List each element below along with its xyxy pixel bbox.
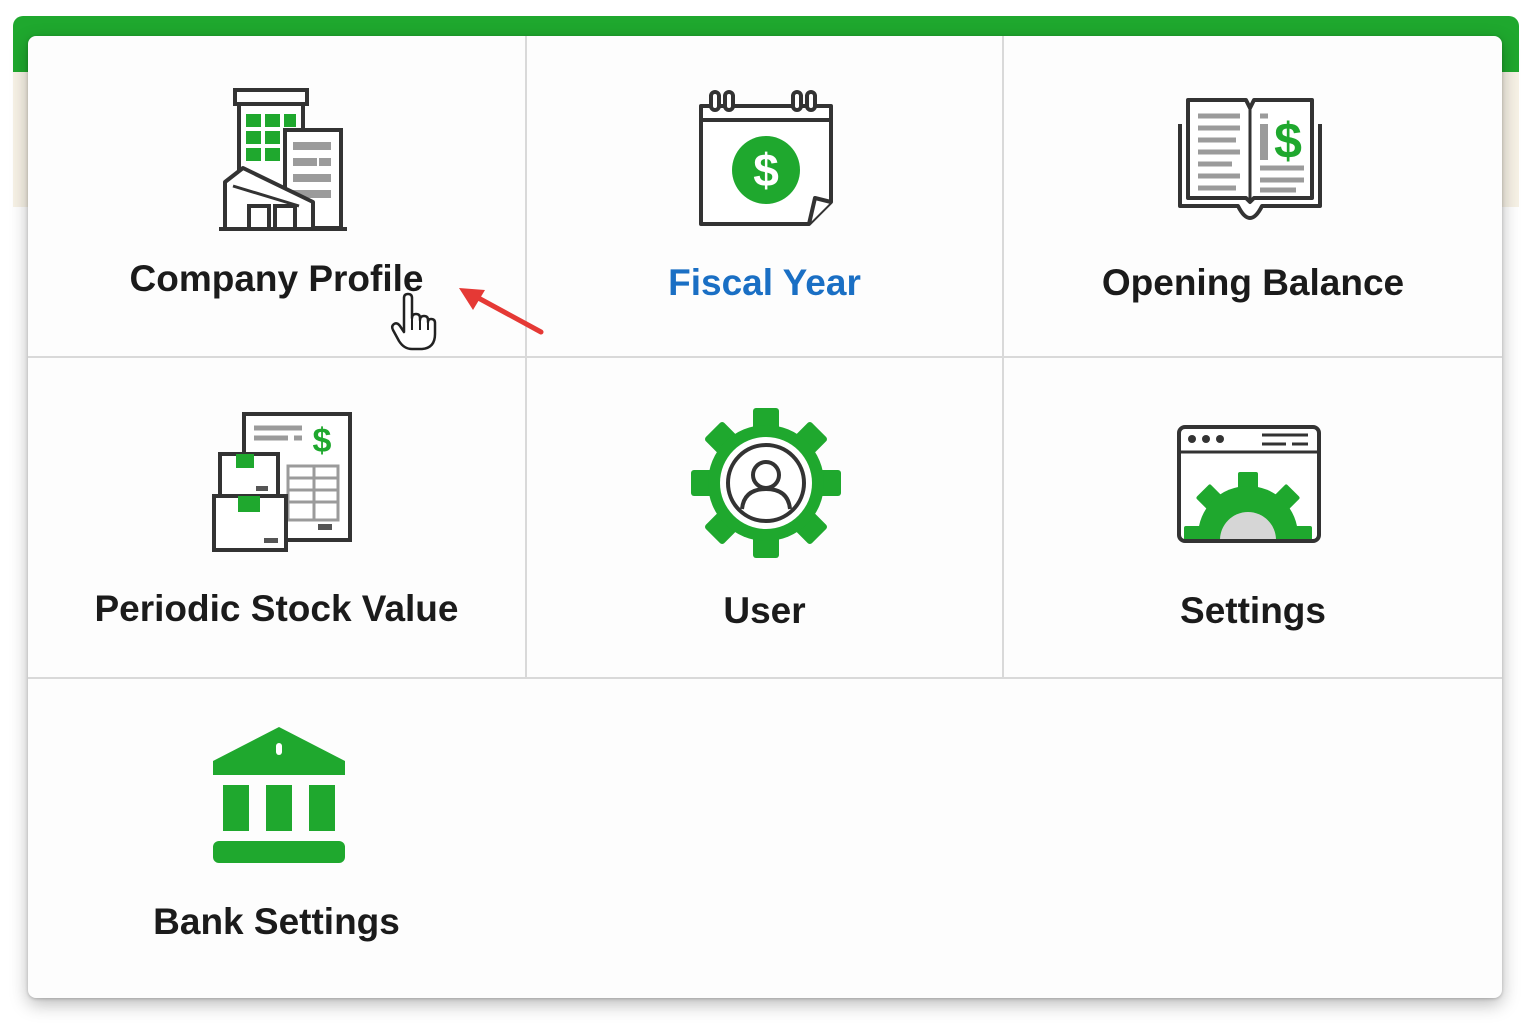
periodic-stock-value-label: Periodic Stock Value (94, 588, 459, 629)
svg-text:$: $ (313, 422, 332, 460)
bank-icon (213, 727, 345, 863)
window-gear-icon (1177, 425, 1321, 543)
fiscal-year-label: Fiscal Year (668, 262, 861, 303)
user-tile[interactable]: User (527, 358, 1002, 677)
bank-settings-tile[interactable]: Bank Settings (28, 679, 525, 998)
svg-text:$: $ (753, 144, 779, 196)
user-gear-icon (691, 408, 841, 558)
periodic-stock-value-tile[interactable]: $ Periodic Stock Value (28, 358, 525, 677)
stock-invoice-boxes-icon: $ (212, 412, 352, 552)
settings-menu-panel: Company Profile $ Fiscal Year $ Opening … (28, 36, 1502, 998)
settings-tile[interactable]: Settings (1004, 358, 1502, 677)
company-building-icon (219, 88, 347, 231)
user-label: User (723, 590, 806, 631)
ledger-book-icon: $ (1178, 98, 1322, 220)
company-profile-label: Company Profile (129, 258, 424, 299)
calendar-dollar-icon: $ (699, 90, 833, 226)
hand-pointer-icon (390, 292, 437, 351)
opening-balance-label: Opening Balance (1101, 262, 1405, 303)
bank-settings-label: Bank Settings (153, 901, 400, 942)
screen: Company Profile $ Fiscal Year $ Opening … (0, 0, 1537, 1023)
company-profile-tile[interactable]: Company Profile (28, 36, 525, 356)
settings-label: Settings (1180, 590, 1326, 631)
fiscal-year-tile[interactable]: $ Fiscal Year (527, 36, 1002, 356)
red-arrow-icon (459, 288, 544, 335)
svg-text:$: $ (1274, 113, 1302, 169)
opening-balance-tile[interactable]: $ Opening Balance (1004, 36, 1502, 356)
